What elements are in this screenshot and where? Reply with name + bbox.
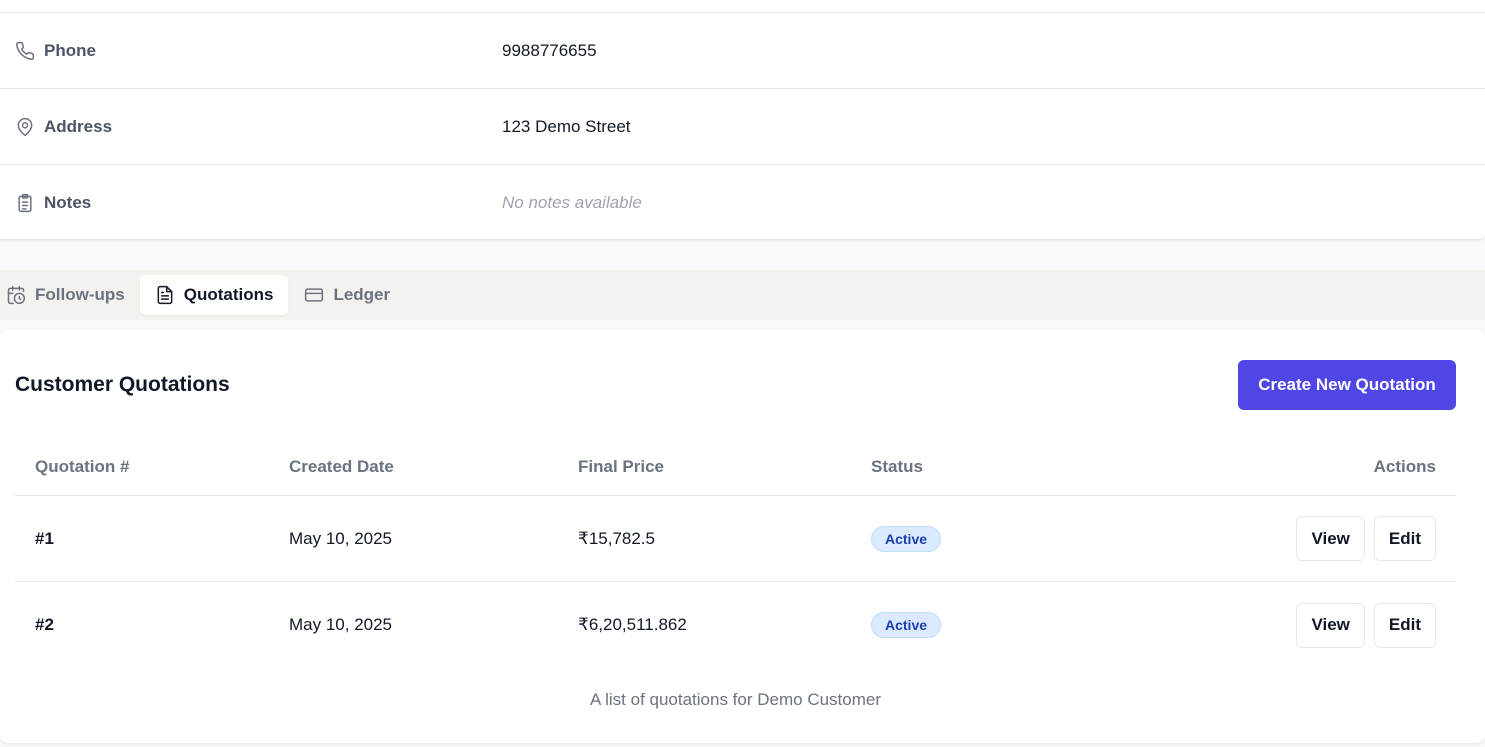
notes-value: No notes available [502, 193, 642, 212]
quotation-date: May 10, 2025 [289, 615, 393, 634]
view-button[interactable]: View [1296, 516, 1365, 561]
quotations-panel: Customer Quotations Create New Quotation… [0, 330, 1485, 743]
actions-cell: View Edit [1171, 602, 1456, 648]
column-header-status: Status [871, 456, 923, 476]
table-row: #1 May 10, 2025 ₹15,782.5 Active View Ed… [15, 496, 1456, 582]
status-cell: Active [871, 525, 1171, 552]
column-header-actions: Actions [1373, 456, 1436, 476]
document-icon [157, 285, 173, 305]
phone-label: Phone [44, 40, 96, 60]
tab-ledger-label: Ledger [333, 285, 391, 304]
map-pin-icon [17, 117, 33, 136]
tab-bar: Follow-ups Quotations Ledger [0, 270, 1485, 320]
detail-label-address: Address [0, 117, 502, 137]
tab-ledger[interactable]: Ledger [288, 275, 405, 315]
detail-label-notes: Notes [0, 193, 502, 213]
create-quotation-button[interactable]: Create New Quotation [1238, 360, 1456, 410]
customer-details-card: Phone 9988776655 Address 123 Demo Street… [0, 0, 1485, 240]
table-caption: A list of quotations for Demo Customer [589, 690, 882, 709]
phone-value: 9988776655 [502, 40, 597, 60]
panel-title: Customer Quotations [15, 373, 230, 396]
address-label: Address [44, 116, 113, 136]
quotation-date: May 10, 2025 [289, 528, 393, 548]
quotation-number: #2 [35, 615, 54, 634]
status-badge: Active [871, 612, 942, 638]
quotation-number: #1 [35, 528, 54, 548]
quotation-price: ₹15,782.5 [578, 528, 655, 548]
calendar-clock-icon [7, 285, 26, 305]
notes-label: Notes [44, 193, 92, 212]
edit-button[interactable]: Edit [1373, 516, 1436, 561]
status-badge: Active [871, 525, 942, 552]
status-cell: Active [871, 612, 1171, 638]
detail-row-phone: Phone 9988776655 [0, 13, 1485, 89]
edit-button[interactable]: Edit [1373, 602, 1436, 648]
column-header-date: Created Date [289, 456, 394, 476]
tab-follow-ups[interactable]: Follow-ups [0, 275, 140, 315]
address-value: 123 Demo Street [502, 116, 631, 136]
table-header: Quotation # Created Date Final Price Sta… [15, 438, 1456, 496]
tab-follow-ups-label: Follow-ups [35, 285, 125, 304]
quotation-price: ₹6,20,511.862 [578, 615, 687, 634]
tab-quotations-label: Quotations [183, 285, 274, 304]
column-header-price: Final Price [578, 456, 664, 476]
table-row: #2 May 10, 2025 ₹6,20,511.862 Active Vie… [15, 582, 1456, 668]
tab-quotations[interactable]: Quotations [139, 275, 289, 315]
view-button[interactable]: View [1296, 602, 1365, 648]
quotations-table: Quotation # Created Date Final Price Sta… [15, 438, 1456, 668]
clipboard-icon [18, 193, 32, 213]
column-header-number: Quotation # [35, 456, 130, 476]
detail-row-notes: Notes No notes available [0, 165, 1485, 241]
phone-icon [16, 41, 35, 60]
actions-cell: View Edit [1171, 516, 1456, 561]
detail-label-phone: Phone [0, 41, 502, 61]
credit-card-icon [305, 288, 324, 302]
detail-row-address: Address 123 Demo Street [0, 89, 1485, 165]
